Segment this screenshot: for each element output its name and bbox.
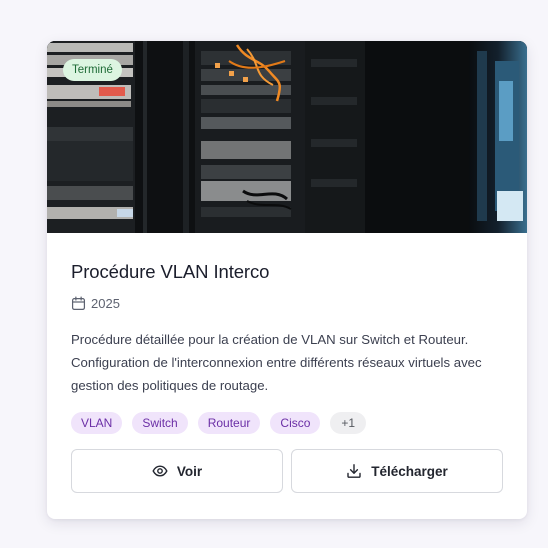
eye-icon	[152, 465, 168, 477]
download-button[interactable]: Télécharger	[291, 449, 503, 493]
tag-switch: Switch	[132, 412, 188, 434]
view-button-label: Voir	[176, 463, 203, 479]
tag-vlan: VLAN	[71, 412, 123, 434]
tag-routeur: Routeur	[197, 412, 261, 434]
download-icon	[347, 464, 361, 478]
card-description: Procédure détaillée pour la création de …	[71, 332, 482, 393]
card-body: Procédure VLAN Interco 2025 Procédure dé…	[47, 261, 527, 493]
more-tags-badge[interactable]: +1	[330, 412, 367, 434]
view-button[interactable]: Voir	[71, 449, 283, 493]
date-row: 2025	[71, 296, 503, 311]
project-card: Terminé Procédure VLAN Interco 2025 Proc…	[47, 41, 527, 519]
card-actions: Voir Télécharger	[71, 449, 503, 493]
download-button-label: Télécharger	[371, 463, 448, 479]
tag-cisco: Cisco	[270, 412, 321, 434]
tag-list: VLAN Switch Routeur Cisco +1	[71, 412, 503, 434]
project-year: 2025	[91, 296, 120, 311]
card-cover-image: Terminé	[47, 41, 527, 233]
calendar-icon	[71, 296, 86, 311]
card-title: Procédure VLAN Interco	[71, 261, 270, 282]
status-badge: Terminé	[63, 59, 122, 81]
